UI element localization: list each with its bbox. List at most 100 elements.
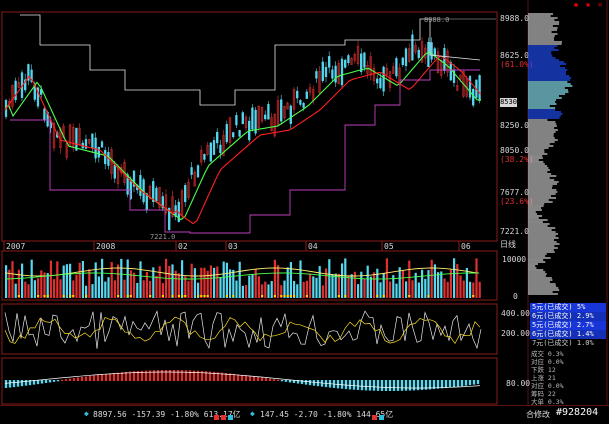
low-marker: 7221.0 <box>150 233 175 241</box>
volume-marker <box>17 295 20 297</box>
volume-bar <box>235 280 238 298</box>
macd-bar <box>404 380 408 391</box>
volume-bar <box>366 265 369 298</box>
volume-bar <box>453 258 456 298</box>
volume-marker <box>472 295 475 297</box>
volume-bar <box>62 265 65 298</box>
candle-body <box>219 144 222 153</box>
candle-body <box>296 90 299 99</box>
settings-label[interactable]: 合修改 <box>526 409 550 420</box>
volume-bar <box>88 269 91 298</box>
macd-bar <box>396 380 400 391</box>
candle-body <box>145 193 148 211</box>
candle-body <box>417 49 420 59</box>
volume-bar <box>379 282 382 298</box>
macd-bar <box>312 380 316 386</box>
macd-bar <box>56 380 60 382</box>
chip-distribution-profile <box>528 13 573 295</box>
macd-bar <box>284 380 288 382</box>
volume-bar <box>155 275 158 298</box>
volume-bar <box>193 268 196 298</box>
macd-bar <box>372 380 376 391</box>
date-label: 04 <box>308 242 318 251</box>
volume-bar <box>376 268 379 298</box>
candle-body <box>302 102 305 108</box>
volume-marker <box>337 295 340 297</box>
volume-bar <box>11 261 14 298</box>
volume-bar <box>270 281 273 298</box>
volume-bar <box>401 270 404 298</box>
candle-body <box>91 133 94 149</box>
candle-body <box>113 164 116 179</box>
candle-body <box>43 108 46 121</box>
volume-bar <box>190 263 193 298</box>
volume-bar <box>171 264 174 298</box>
legend-item: 6元(已成交) 1.4% <box>530 330 606 339</box>
volume-bar <box>334 273 337 298</box>
macd-bar <box>304 380 308 385</box>
candle-body <box>241 112 244 125</box>
macd-bar <box>108 373 112 381</box>
volume-bar <box>475 258 478 298</box>
volume-bar <box>408 260 411 298</box>
candle-body <box>347 55 350 63</box>
volume-bar <box>299 260 302 298</box>
volume-bar <box>213 267 216 298</box>
macd-bar <box>368 380 372 391</box>
current-price-tag: 8530 <box>500 98 517 107</box>
candle-body <box>427 42 430 67</box>
candle-body <box>209 142 212 162</box>
macd-bar <box>420 380 424 390</box>
candle-body <box>395 58 398 77</box>
volume-bar <box>200 267 203 298</box>
volume-bar <box>398 267 401 298</box>
macd-bar <box>352 380 356 390</box>
legend-item: 5元(已成交) 2.7% <box>530 321 606 330</box>
date-axis: 2007 2008 02 03 04 05 06 <box>3 241 471 251</box>
up-tile-icon <box>221 415 226 420</box>
macd-bar <box>188 370 192 381</box>
volume-marker <box>273 295 276 297</box>
restore-icon[interactable]: ◆ <box>572 1 580 9</box>
volume-marker <box>184 295 187 297</box>
macd-bar <box>116 372 120 381</box>
candle-body <box>196 165 200 178</box>
minimize-icon[interactable]: ▪ <box>584 1 592 9</box>
volume-marker <box>376 295 379 297</box>
volume-bar <box>33 280 36 298</box>
candle-body <box>472 88 475 106</box>
price-tick-label: 8050.0 <box>500 146 529 155</box>
volume-marker <box>72 295 75 297</box>
macd-bar <box>48 380 52 383</box>
volume-bar <box>309 273 312 298</box>
candle-body <box>331 69 334 79</box>
candle-body <box>401 57 404 65</box>
volume-bar <box>248 275 251 298</box>
stock-code: #928204 <box>556 407 599 418</box>
date-label: 03 <box>228 242 238 251</box>
close-icon[interactable]: ✕ <box>596 1 604 9</box>
volume-bar <box>241 285 244 298</box>
volume-bar <box>123 279 126 298</box>
volume-bar <box>145 272 148 298</box>
volume-bar <box>331 274 334 298</box>
volume-bar <box>424 278 427 298</box>
volume-marker <box>427 295 430 297</box>
volume-bar <box>325 268 328 298</box>
candle-body <box>404 48 408 66</box>
macd-bar <box>72 378 76 381</box>
macd-bar <box>408 380 412 391</box>
volume-bar <box>427 270 430 298</box>
legend-item: 6元(已成交) 2.9% <box>530 312 606 321</box>
macd-bar <box>268 378 272 381</box>
volume-bar <box>459 275 462 298</box>
volume-bar <box>277 265 280 298</box>
macd-bar <box>412 380 416 391</box>
volume-bar <box>17 269 20 298</box>
volume-marker <box>85 295 88 297</box>
macd-bar <box>400 380 404 391</box>
volume-marker <box>344 295 347 297</box>
candle-body <box>340 58 344 86</box>
volume-bar <box>289 262 292 298</box>
volume-bar <box>430 259 433 298</box>
